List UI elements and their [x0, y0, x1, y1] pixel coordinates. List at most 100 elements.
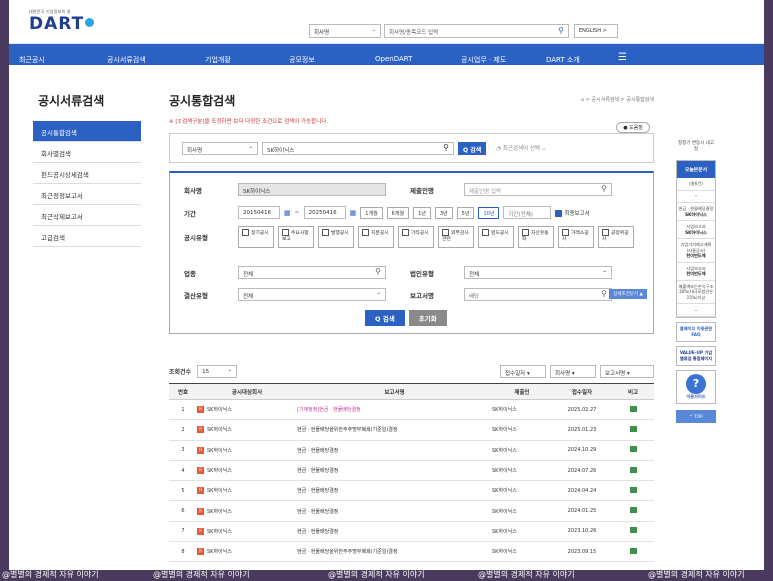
settle-select[interactable]: 전체 ⌄	[238, 288, 386, 301]
type-exchange[interactable]: 거래소공시	[558, 226, 594, 248]
calendar-icon[interactable]: ▦	[350, 209, 357, 217]
row-note[interactable]	[612, 541, 654, 563]
english-button[interactable]: ENGLISH >	[574, 24, 618, 38]
period-1m-button[interactable]: 1개월	[360, 206, 383, 219]
sidebar-item-company[interactable]: 회사별검색	[33, 142, 141, 163]
type-issue[interactable]: 발행공시	[318, 226, 354, 248]
sidebar-item-recent-deleted[interactable]: 최근삭제보고서	[33, 205, 141, 226]
sidebar-item-recent-correction[interactable]: 최근정정보고서	[33, 184, 141, 205]
table-row[interactable]: 6 유 SK하이닉스 현금ㆍ현물배당결정 SK하이닉스 2024.01.25	[169, 500, 654, 522]
row-note[interactable]	[612, 521, 654, 543]
scroll-up-icon[interactable]: ⌃	[677, 191, 715, 203]
period-select[interactable]: 기간(전체)	[503, 206, 552, 219]
type-fund[interactable]: 펀드공시	[478, 226, 514, 248]
header-search-input[interactable]: 회사명/종목코드 입력 ⚲	[384, 24, 569, 38]
count-select[interactable]: 15 ⌄	[197, 364, 238, 378]
row-note[interactable]	[612, 480, 654, 502]
sidebar-item-integrated[interactable]: 공시통합검색	[33, 121, 141, 142]
date-to-input[interactable]: 20250416	[303, 206, 346, 219]
nav-item-offering[interactable]: 공모정보	[289, 55, 315, 65]
sort-report-select[interactable]: 보고서명 ▾	[600, 364, 654, 378]
reset-button[interactable]: 초기화	[408, 310, 447, 326]
filer-input[interactable]: 제출인명 입력 ⚲	[464, 183, 612, 196]
type-audit[interactable]: 외부감사관련	[438, 226, 474, 248]
nav-item-system[interactable]: 공시업무 · 제도	[461, 55, 506, 65]
table-row[interactable]: 5 유 SK하이닉스 현금ㆍ현물배당결정 SK하이닉스 2024.04.24	[169, 480, 654, 502]
nav-item-opendart[interactable]: OpenDART	[375, 55, 412, 63]
search-button[interactable]: Q 검색	[458, 141, 487, 155]
help-button[interactable]: ● 도움말	[616, 122, 650, 133]
dart-logo[interactable]: 대한민국 기업정보의 창 DART	[29, 9, 95, 33]
row-note[interactable]	[612, 500, 654, 522]
today-doc-item[interactable]: 매출액또는손익구조30%(대규모법인은15%)이상	[677, 281, 715, 304]
today-doc-item[interactable]: 사업보고서 한미반도체	[677, 263, 715, 281]
header-company-select[interactable]: 회사명 ⌄	[309, 24, 381, 38]
row-report-link[interactable]: 현금ㆍ현물배당결정	[297, 500, 492, 522]
row-report-link[interactable]: 현금ㆍ현물배당결정	[297, 521, 492, 543]
row-note[interactable]	[612, 460, 654, 482]
search-icon[interactable]: ⚲	[558, 26, 564, 35]
today-doc-item[interactable]: 기업가치제고계획(자율공시) 한미반도체	[677, 239, 715, 263]
row-report-link[interactable]: [기재정정]현금ㆍ현물배당결정	[297, 399, 492, 421]
type-periodic[interactable]: 정기공시	[238, 226, 274, 248]
guide-button[interactable]: ? 이용가이드	[676, 369, 716, 404]
sidebar-item-fund[interactable]: 펀드공시상세검색	[33, 163, 141, 184]
type-ftc[interactable]: 공정위공시	[598, 226, 634, 248]
company-search-input[interactable]: SK하이닉스 ⚲	[262, 141, 454, 155]
table-row[interactable]: 7 유 SK하이닉스 현금ㆍ현물배당결정 SK하이닉스 2023.10.26	[169, 521, 654, 543]
nav-item-search[interactable]: 공시서류검색	[107, 55, 146, 65]
table-row[interactable]: 3 유 SK하이닉스 현금ㆍ현물배당결정 SK하이닉스 2024.10.29	[169, 440, 654, 461]
company-field[interactable]: SK하이닉스	[238, 183, 386, 196]
nav-item-about[interactable]: DART 소개	[546, 55, 580, 65]
row-company[interactable]: 유 SK하이닉스	[197, 521, 297, 543]
row-note[interactable]	[612, 419, 654, 441]
detail-toggle-button[interactable]: 상세조건닫기 ▲	[609, 289, 647, 299]
menu-icon[interactable]: ☰	[618, 52, 627, 63]
type-abs[interactable]: 자산유동화	[518, 226, 554, 248]
row-company[interactable]: 유 SK하이닉스	[197, 480, 297, 502]
sort-date-select[interactable]: 접수일자 ▾	[500, 364, 546, 378]
type-equity[interactable]: 지분공시	[358, 226, 394, 248]
today-doc-item[interactable]: 현금ㆍ현물배당결정 SK하이닉스	[677, 203, 715, 221]
corp-type-select[interactable]: 전체 ⌄	[464, 266, 612, 279]
calendar-icon[interactable]: ▦	[284, 209, 291, 217]
row-note[interactable]	[612, 399, 654, 421]
row-report-link[interactable]: 현금ㆍ현물배당결정	[297, 480, 492, 502]
row-report-link[interactable]: 현금ㆍ현물배당결정	[297, 440, 492, 461]
table-row[interactable]: 2 유 SK하이닉스 현금ㆍ현물배당을위한주주명부폐쇄(기준일)결정 SK하이닉스 202…	[169, 419, 654, 441]
today-doc-item[interactable]: 사업보고서 SK하이닉스	[677, 221, 715, 239]
sidebar-item-advanced[interactable]: 고급검색	[33, 226, 141, 247]
row-report-link[interactable]: 현금ㆍ현물배당을위한주주명부폐쇄(기준일)결정	[297, 419, 492, 441]
period-1y-button[interactable]: 1년	[413, 206, 431, 219]
row-company[interactable]: 유 SK하이닉스	[197, 399, 297, 421]
form-search-button[interactable]: Q 검색	[365, 310, 405, 326]
row-company[interactable]: 유 SK하이닉스	[197, 460, 297, 482]
row-report-link[interactable]: 현금ㆍ현물배당결정	[297, 460, 492, 482]
type-other[interactable]: 기타공시	[398, 226, 434, 248]
table-row[interactable]: 4 유 SK하이닉스 현금ㆍ현물배당결정 SK하이닉스 2024.07.26	[169, 460, 654, 482]
type-major[interactable]: 주요사항보고	[278, 226, 314, 248]
search-type-select[interactable]: 회사명 ⌄	[182, 141, 258, 155]
row-company[interactable]: 유 SK하이닉스	[197, 440, 297, 461]
period-10y-button[interactable]: 10년	[478, 206, 500, 219]
industry-input[interactable]: 전체 ⚲	[238, 266, 386, 279]
nav-item-company[interactable]: 기업개황	[205, 55, 231, 65]
valueup-button[interactable]: VALUE-UP 기업밸류업 통합페이지	[676, 345, 716, 366]
period-3y-button[interactable]: 3년	[434, 206, 453, 219]
row-company[interactable]: 유 SK하이닉스	[197, 500, 297, 522]
sort-company-select[interactable]: 회사명 ▾	[550, 364, 596, 378]
scroll-down-icon[interactable]: ⌄	[677, 304, 715, 317]
row-company[interactable]: 유 SK하이닉스	[197, 541, 297, 563]
final-report-checkbox[interactable]: 최종보고서	[555, 209, 590, 217]
table-row[interactable]: 8 유 SK하이닉스 현금ㆍ현물배당을위한주주명부폐쇄(기준일)결정 SK하이닉스 202…	[169, 541, 654, 563]
row-note[interactable]	[612, 440, 654, 461]
faq-button[interactable]: 홈페이지 이용관련 FAQ	[676, 321, 716, 342]
row-company[interactable]: 유 SK하이닉스	[197, 419, 297, 441]
period-6m-button[interactable]: 6개월	[386, 206, 410, 219]
recent-search-select[interactable]: ◔ 최근검색어 선택 ⌄	[496, 144, 546, 152]
date-from-input[interactable]: 20150416	[238, 206, 280, 219]
top-button[interactable]: ^ TOP	[676, 409, 716, 423]
nav-item-recent[interactable]: 최근공시	[19, 55, 45, 65]
table-row[interactable]: 1 유 SK하이닉스 [기재정정]현금ㆍ현물배당결정 SK하이닉스 2025.02.27	[169, 399, 654, 421]
report-name-input[interactable]: 배당 ⚲	[464, 288, 612, 301]
